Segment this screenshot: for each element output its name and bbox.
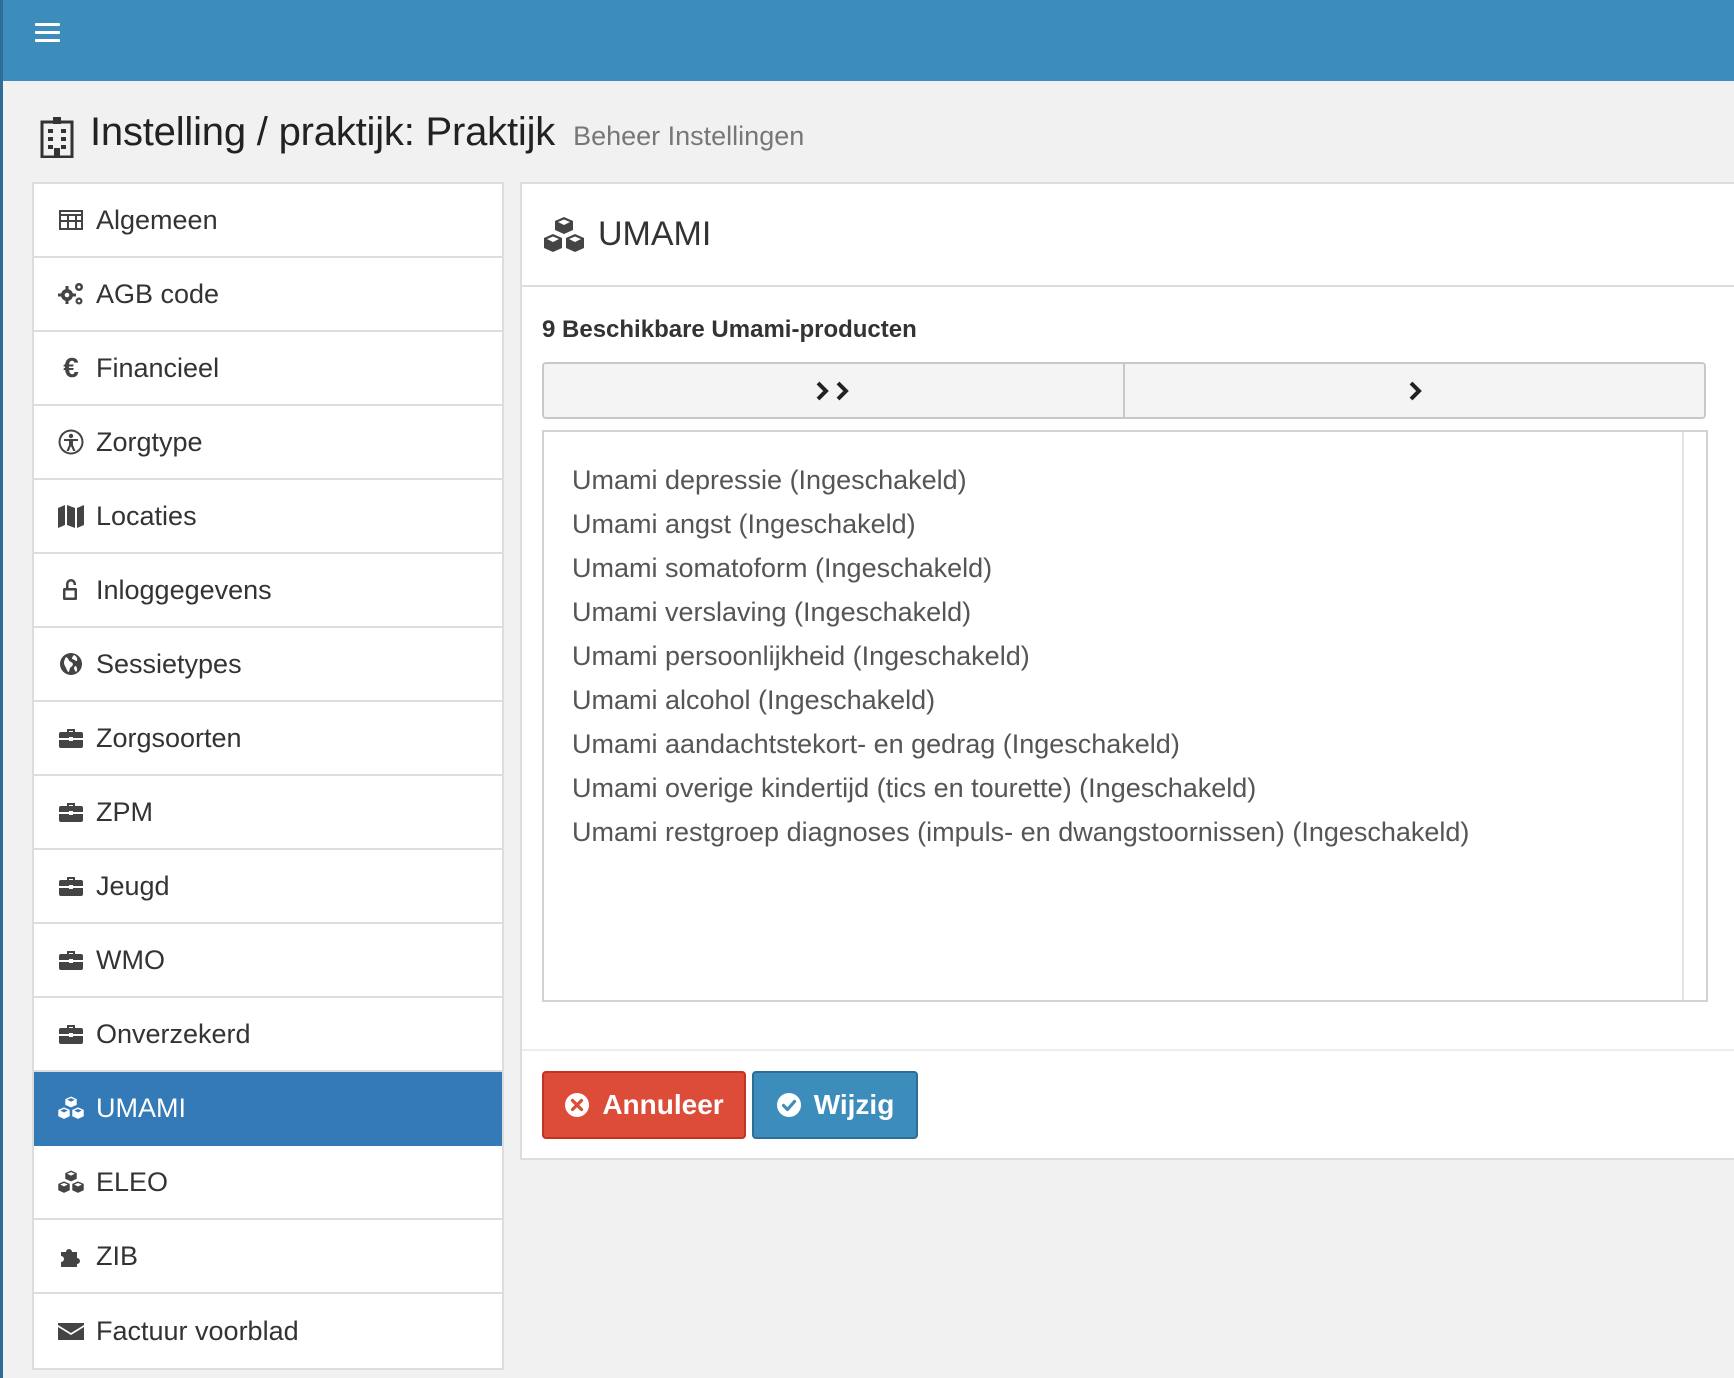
chevron-right-icon xyxy=(1409,381,1422,400)
accessibility-icon xyxy=(56,427,86,457)
cubes-icon xyxy=(56,1093,86,1123)
building-icon xyxy=(40,117,74,158)
sidebar-item-label: Financieel xyxy=(96,352,220,383)
sidebar-item-umami[interactable]: UMAMI xyxy=(34,1072,502,1146)
times-circle-icon xyxy=(565,1093,590,1117)
briefcase-icon xyxy=(56,1019,86,1049)
list-item[interactable]: Umami angst (Ingeschakeld) xyxy=(572,502,1706,546)
sidebar-item-label: ZPM xyxy=(96,796,153,827)
sidebar-item-onverzekerd[interactable]: Onverzekerd xyxy=(34,998,502,1072)
cancel-button[interactable]: Annuleer xyxy=(542,1071,746,1139)
panel-header: UMAMI xyxy=(522,184,1734,287)
settings-sidebar: Algemeen AGB code € Financieel Zorgtype Locat… xyxy=(32,182,504,1370)
map-icon xyxy=(56,501,86,531)
sidebar-item-label: Inloggegevens xyxy=(96,574,272,605)
table-icon xyxy=(56,205,86,235)
sidebar-item-eleo[interactable]: ELEO xyxy=(34,1146,502,1220)
puzzle-icon xyxy=(56,1241,86,1271)
list-item[interactable]: Umami depressie (Ingeschakeld) xyxy=(572,458,1706,502)
sidebar-item-locaties[interactable]: Locaties xyxy=(34,480,502,554)
sidebar-item-sessietypes[interactable]: Sessietypes xyxy=(34,628,502,702)
briefcase-icon xyxy=(56,945,86,975)
menu-toggle-icon[interactable] xyxy=(35,22,60,42)
sidebar-item-zorgsoorten[interactable]: Zorgsoorten xyxy=(34,702,502,776)
sidebar-item-jeugd[interactable]: Jeugd xyxy=(34,850,502,924)
euro-icon: € xyxy=(56,352,86,383)
briefcase-icon xyxy=(56,797,86,827)
sidebar-item-label: ELEO xyxy=(96,1166,169,1197)
cancel-button-label: Annuleer xyxy=(602,1089,724,1120)
list-item[interactable]: Umami restgroep diagnoses (impuls- en dw… xyxy=(572,810,1706,854)
page-subtitle: Beheer Instellingen xyxy=(573,121,805,151)
page-title: Instelling / praktijk: Praktijk xyxy=(90,110,556,154)
sidebar-item-label: Sessietypes xyxy=(96,648,242,679)
list-item[interactable]: Umami overige kindertijd (tics en touret… xyxy=(572,766,1706,810)
sidebar-item-label: UMAMI xyxy=(96,1092,186,1123)
sidebar-item-wmo[interactable]: WMO xyxy=(34,924,502,998)
page-header: Instelling / praktijk: Praktijk Beheer I… xyxy=(40,110,804,164)
sidebar-item-factuur-voorblad[interactable]: Factuur voorblad xyxy=(34,1294,502,1368)
briefcase-icon xyxy=(56,871,86,901)
list-item[interactable]: Umami persoonlijkheid (Ingeschakeld) xyxy=(572,634,1706,678)
euro-glyph: € xyxy=(63,352,79,383)
save-button-label: Wijzig xyxy=(813,1089,895,1120)
panel-title: UMAMI xyxy=(598,215,712,253)
sidebar-item-label: Factuur voorblad xyxy=(96,1315,299,1346)
umami-panel: UMAMI 9 Beschikbare Umami-producten Umam… xyxy=(520,182,1734,1160)
top-navbar xyxy=(0,0,1734,81)
sidebar-item-label: AGB code xyxy=(96,278,220,309)
sidebar-item-zpm[interactable]: ZPM xyxy=(34,776,502,850)
cubes-icon xyxy=(544,216,584,252)
sidebar-item-label: ZIB xyxy=(96,1240,139,1271)
move-buttons xyxy=(542,362,1706,419)
list-item[interactable]: Umami aandachtstekort- en gedrag (Ingesc… xyxy=(572,722,1706,766)
sidebar-item-financieel[interactable]: € Financieel xyxy=(34,332,502,406)
list-item[interactable]: Umami somatoform (Ingeschakeld) xyxy=(572,546,1706,590)
sidebar-item-label: WMO xyxy=(96,944,165,975)
cogs-icon xyxy=(56,279,86,309)
cubes-icon xyxy=(56,1167,86,1197)
move-all-button[interactable] xyxy=(544,364,1123,417)
sidebar-item-label: Algemeen xyxy=(96,204,218,235)
check-circle-icon xyxy=(776,1093,801,1117)
list-scrollbar[interactable] xyxy=(1682,432,1706,1000)
sidebar-item-label: Zorgtype xyxy=(96,426,203,457)
sidebar-item-zorgtype[interactable]: Zorgtype xyxy=(34,406,502,480)
sidebar-item-agb-code[interactable]: AGB code xyxy=(34,258,502,332)
available-products-label: 9 Beschikbare Umami-producten xyxy=(542,316,917,343)
double-chevron-right-icon xyxy=(816,381,849,400)
globe-icon xyxy=(56,649,86,679)
move-selected-button[interactable] xyxy=(1123,364,1704,417)
sidebar-item-zib[interactable]: ZIB xyxy=(34,1220,502,1294)
sidebar-item-label: Jeugd xyxy=(96,870,170,901)
footer-divider xyxy=(522,1049,1734,1051)
list-item[interactable]: Umami alcohol (Ingeschakeld) xyxy=(572,678,1706,722)
sidebar-item-label: Onverzekerd xyxy=(96,1018,251,1049)
list-item[interactable]: Umami verslaving (Ingeschakeld) xyxy=(572,590,1706,634)
envelope-icon xyxy=(56,1316,86,1346)
sidebar-item-inloggegevens[interactable]: Inloggegevens xyxy=(34,554,502,628)
sidebar-item-algemeen[interactable]: Algemeen xyxy=(34,184,502,258)
briefcase-icon xyxy=(56,723,86,753)
unlock-icon xyxy=(56,575,86,605)
left-edge xyxy=(0,81,3,1378)
save-button[interactable]: Wijzig xyxy=(752,1071,918,1139)
sidebar-item-label: Locaties xyxy=(96,500,197,531)
available-products-list[interactable]: Umami depressie (Ingeschakeld) Umami angs… xyxy=(542,430,1708,1002)
sidebar-item-label: Zorgsoorten xyxy=(96,722,242,753)
